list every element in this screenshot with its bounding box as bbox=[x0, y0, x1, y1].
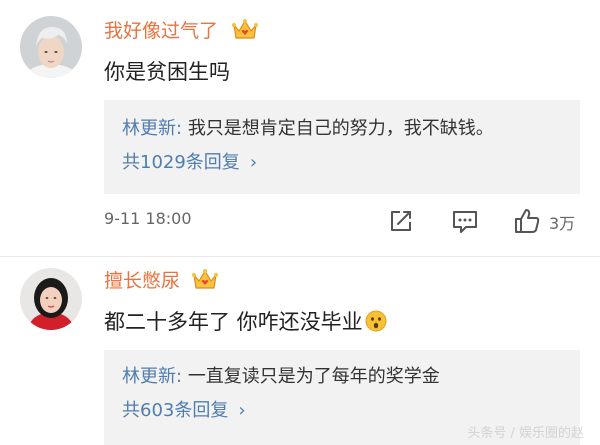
chevron-right-icon: › bbox=[249, 152, 258, 173]
reply-text: 我只是想肯定自己的努力，我不缺钱。 bbox=[187, 118, 494, 139]
comment-icon[interactable] bbox=[450, 206, 480, 236]
reply-line: 林更新: 一直复读只是为了每年的奖学金 bbox=[122, 365, 440, 389]
reply-author[interactable]: 林更新: bbox=[122, 366, 182, 387]
username[interactable]: 擅长憋尿 bbox=[104, 269, 180, 293]
avatar[interactable] bbox=[20, 16, 82, 78]
timestamp: 9-11 18:00 bbox=[104, 209, 192, 228]
reply-line: 林更新: 我只是想肯定自己的努力，我不缺钱。 bbox=[122, 117, 494, 141]
comment-item: 我好像过气了 你是贫困生吗 林更新: 我只是想肯定自己的努力，我不缺钱。 共10… bbox=[0, 0, 600, 256]
chevron-right-icon: › bbox=[238, 400, 246, 421]
reply-count-label: 共603条回复 bbox=[122, 400, 229, 421]
avatar[interactable] bbox=[20, 268, 82, 330]
reply-author[interactable]: 林更新: bbox=[122, 118, 182, 139]
comment-text: 你是贫困生吗 bbox=[104, 60, 230, 84]
watermark: 头条号 / 娱乐圈的赵 bbox=[467, 426, 584, 441]
view-replies-link[interactable]: 共603条回复 › bbox=[122, 399, 246, 423]
reply-box[interactable]: 林更新: 我只是想肯定自己的努力，我不缺钱。 共1029条回复 › bbox=[104, 100, 580, 194]
share-icon[interactable] bbox=[386, 206, 416, 236]
comment-text-row: 都二十多年了 你咋还没毕业 bbox=[104, 308, 387, 336]
thumbs-up-icon[interactable] bbox=[512, 206, 542, 236]
reply-text: 一直复读只是为了每年的奖学金 bbox=[187, 366, 440, 387]
like-count: 3万 bbox=[549, 214, 576, 233]
comment-meta: 9-11 18:00 3万 bbox=[0, 206, 600, 236]
vip-crown-icon bbox=[192, 268, 218, 290]
comment-text: 都二十多年了 你咋还没毕业 bbox=[104, 310, 363, 334]
username[interactable]: 我好像过气了 bbox=[104, 19, 218, 43]
comment-item: 擅长憋尿 都二十多年了 你咋还没毕业 林更新: 一直复读只是为了每年的奖学金 共… bbox=[0, 256, 600, 445]
vip-crown-icon bbox=[232, 18, 258, 40]
surprised-face-emoji bbox=[365, 310, 387, 332]
reply-count-label: 共1029条回复 bbox=[122, 152, 240, 173]
view-replies-link[interactable]: 共1029条回复 › bbox=[122, 151, 257, 175]
